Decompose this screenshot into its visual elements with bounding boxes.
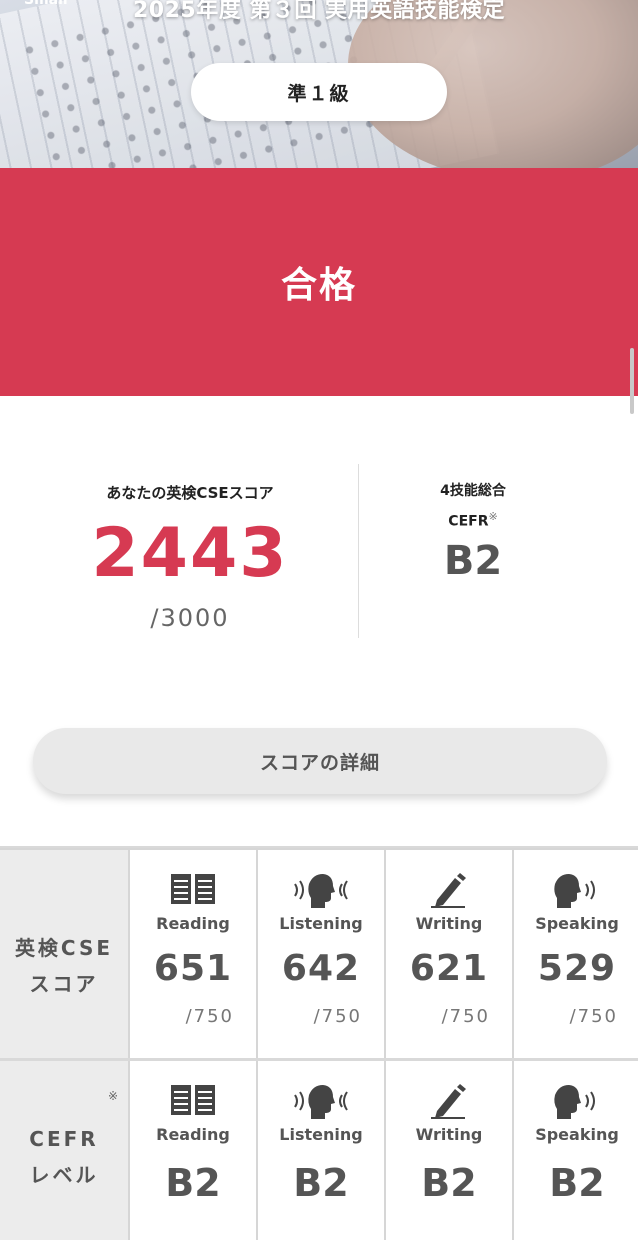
skill-score-max: /750 xyxy=(569,1006,618,1027)
cefr-cell-writing: Writing B2 xyxy=(384,1061,512,1240)
skill-name: Reading xyxy=(156,914,230,933)
book-icon xyxy=(130,1083,256,1123)
cse-cell-writing: Writing 621 /750 xyxy=(384,848,512,1060)
cefr-cell-reading: Reading B2 xyxy=(128,1061,256,1240)
grade-label: 準１級 xyxy=(287,82,351,105)
speaking-icon xyxy=(514,1083,638,1123)
pencil-icon xyxy=(386,1083,512,1123)
listening-icon xyxy=(258,872,384,912)
cse-cell-reading: Reading 651 /750 xyxy=(128,848,256,1060)
skill-name: Listening xyxy=(279,1125,363,1144)
cefr-overall-caption: 4技能総合 xyxy=(440,483,506,499)
note-mark: ※ xyxy=(488,510,498,523)
result-status: 合格 xyxy=(280,265,357,306)
listening-icon xyxy=(258,1083,384,1123)
skill-score-max: /750 xyxy=(441,1006,490,1027)
skill-name: Reading xyxy=(156,1125,230,1144)
skill-name: Writing xyxy=(415,1125,483,1144)
speaking-icon xyxy=(514,872,638,912)
skill-cefr-level: B2 xyxy=(293,1161,349,1205)
cse-row-label-2: スコア xyxy=(29,972,99,996)
pencil-icon xyxy=(386,872,512,912)
grade-badge: 準１級 xyxy=(191,63,447,121)
cefr-cell-listening: Listening B2 xyxy=(256,1061,384,1240)
skill-cefr-level: B2 xyxy=(421,1161,477,1205)
skill-score: 529 xyxy=(537,948,617,989)
score-summary: あなたの英検CSEスコア 2443 /3000 4技能総合 CEFR※ B2 xyxy=(0,396,638,696)
skill-cefr-level: B2 xyxy=(549,1161,605,1205)
skill-score-max: /750 xyxy=(185,1006,234,1027)
skill-score: 621 xyxy=(409,948,489,989)
hero-banner: Small 2025年度 第３回 実用英語技能検定 準１級 xyxy=(0,0,638,168)
skill-cefr-level: B2 xyxy=(165,1161,221,1205)
cse-cell-speaking: Speaking 529 /750 xyxy=(512,848,638,1060)
cefr-row-label-1: CEFR xyxy=(29,1127,99,1151)
skill-score: 651 xyxy=(153,948,233,989)
cse-score-max: /3000 xyxy=(150,604,230,632)
cefr-overall-level: B2 xyxy=(443,538,503,584)
note-mark: ※ xyxy=(107,1089,118,1103)
skill-name: Speaking xyxy=(535,1125,619,1144)
cefr-cell-speaking: Speaking B2 xyxy=(512,1061,638,1240)
cefr-row-header: ※ CEFR レベル xyxy=(0,1061,128,1240)
skill-name: Speaking xyxy=(535,914,619,933)
cse-score-label: あなたの英検CSEスコア xyxy=(106,484,274,502)
cse-score-value: 2443 xyxy=(91,514,289,593)
result-banner: 合格 xyxy=(0,168,638,396)
exam-title: 2025年度 第３回 実用英語技能検定 xyxy=(132,0,506,23)
cse-row-label-1: 英検CSE xyxy=(14,936,114,960)
skill-name: Listening xyxy=(279,914,363,933)
skill-score-table: 英検CSE スコア Reading 651 /750 Listening 642… xyxy=(0,846,638,1240)
skill-score: 642 xyxy=(281,948,361,989)
skill-name: Writing xyxy=(415,914,483,933)
score-detail-button-label: スコアの詳細 xyxy=(259,751,380,774)
book-icon xyxy=(130,872,256,912)
score-detail-button[interactable]: スコアの詳細 xyxy=(33,728,607,794)
cefr-overall-label: CEFR※ xyxy=(448,510,498,530)
cefr-row-label-2: レベル xyxy=(29,1163,99,1187)
cse-cell-listening: Listening 642 /750 xyxy=(256,848,384,1060)
skill-score-max: /750 xyxy=(313,1006,362,1027)
summary-divider xyxy=(358,464,359,638)
cse-row-header: 英検CSE スコア xyxy=(0,848,128,1060)
